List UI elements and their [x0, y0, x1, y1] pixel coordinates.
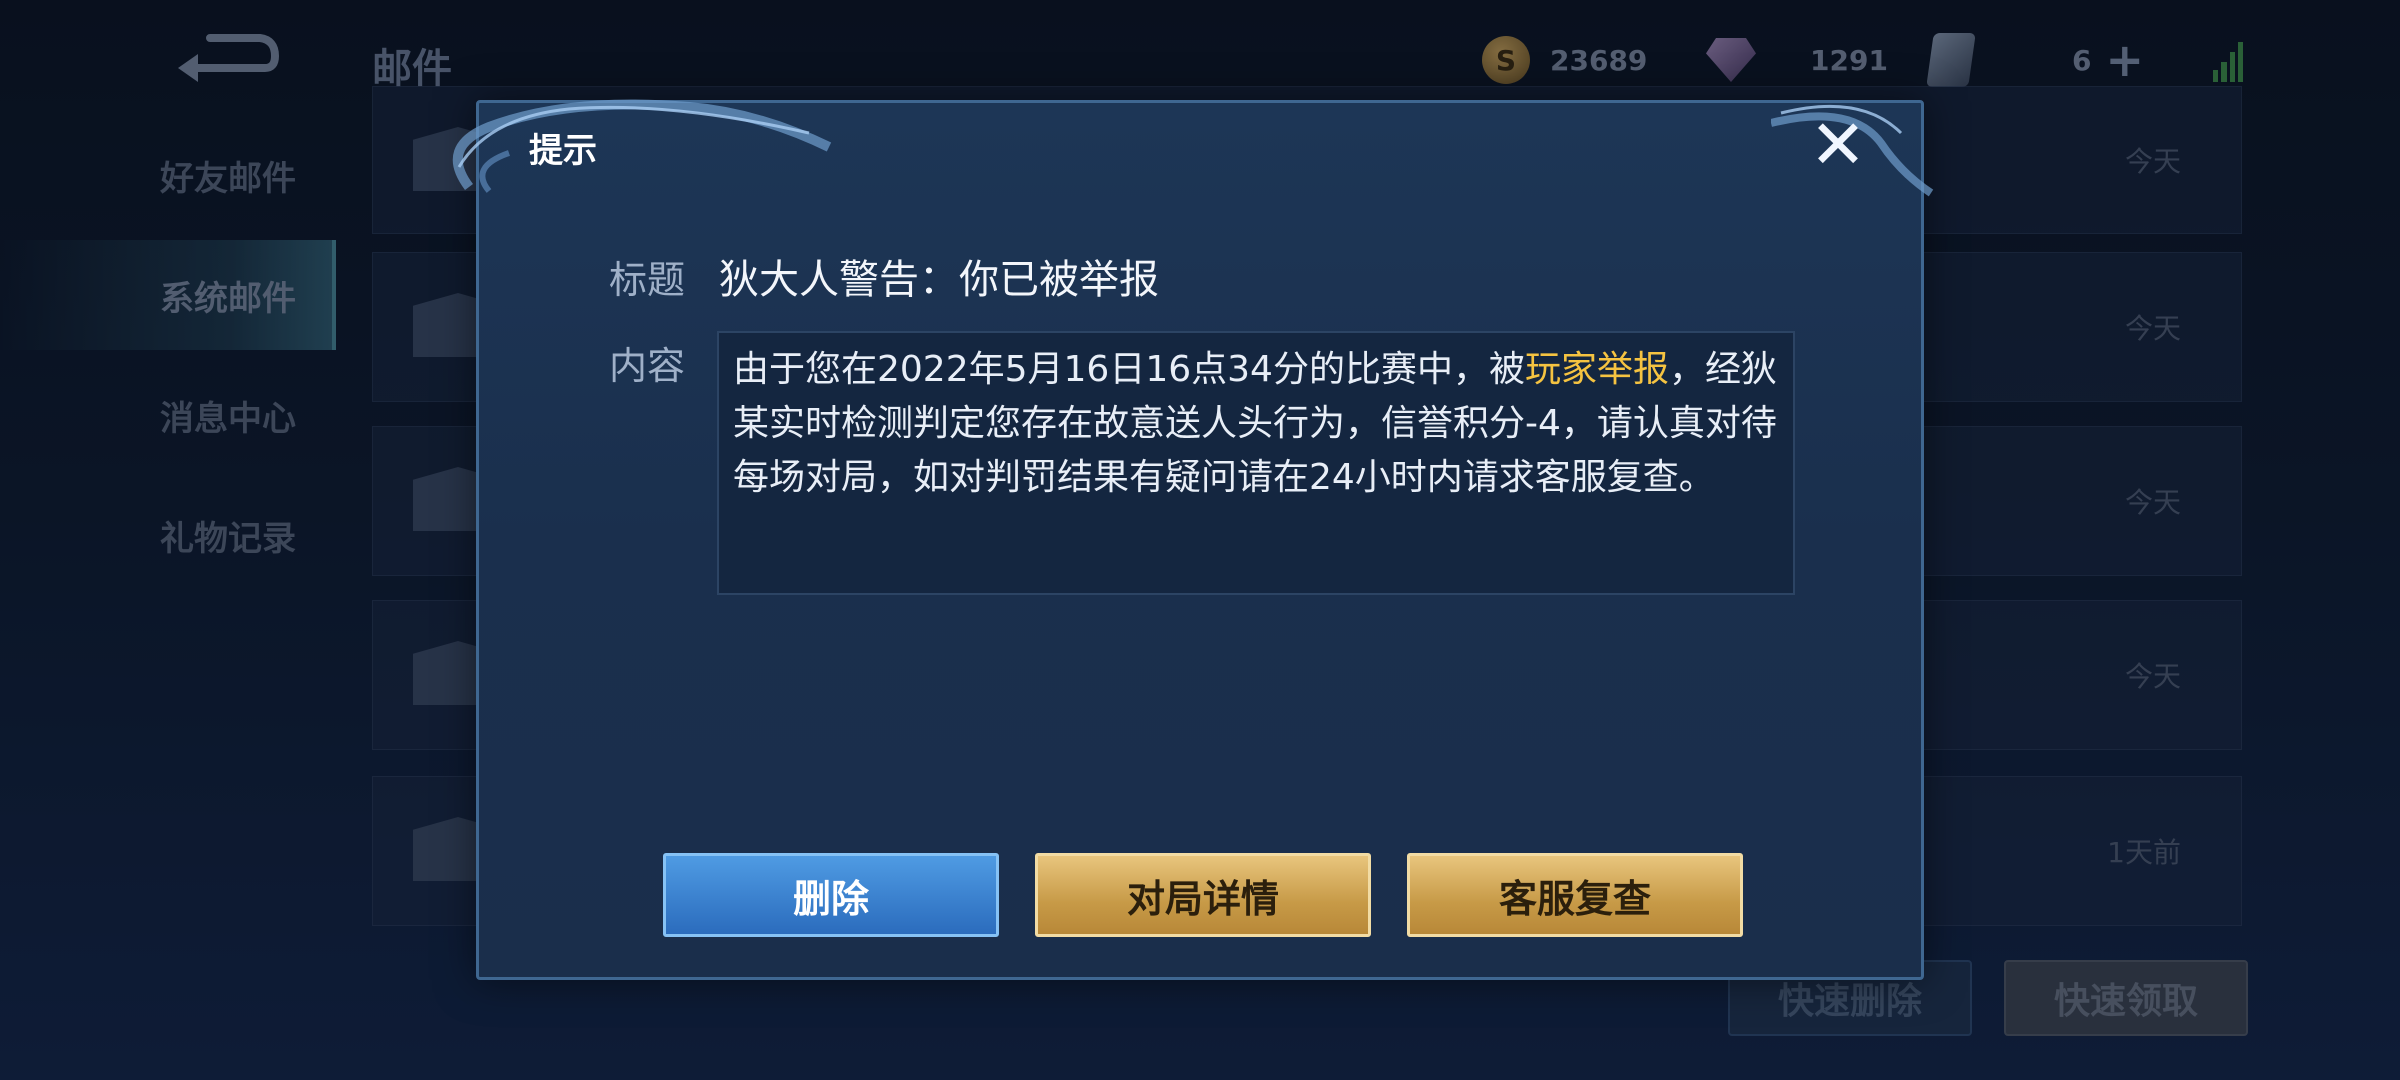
highlight-text: 玩家举报	[1524, 349, 1669, 390]
dialog-title: 提示	[529, 131, 597, 171]
mail-content: 由于您在2022年5月16日16点34分的比赛中，被玩家举报，经狄某实时检测判定…	[717, 331, 1795, 595]
match-detail-button[interactable]: 对局详情	[1035, 853, 1371, 937]
content-label: 内容	[609, 344, 686, 388]
mail-subject: 狄大人警告：你已被举报	[719, 257, 1159, 303]
appeal-button[interactable]: 客服复查	[1407, 853, 1743, 937]
delete-button[interactable]: 删除	[663, 853, 999, 937]
subject-label: 标题	[609, 258, 686, 302]
content-text: 由于您在2022年5月16日16点34分的比赛中，被	[733, 349, 1525, 390]
ribbon-decoration-icon	[452, 99, 832, 193]
close-icon[interactable]: ✕	[1803, 111, 1873, 181]
notice-dialog: 提示 ✕ 标题 狄大人警告：你已被举报 内容 由于您在2022年5月16日16点…	[452, 99, 1934, 980]
